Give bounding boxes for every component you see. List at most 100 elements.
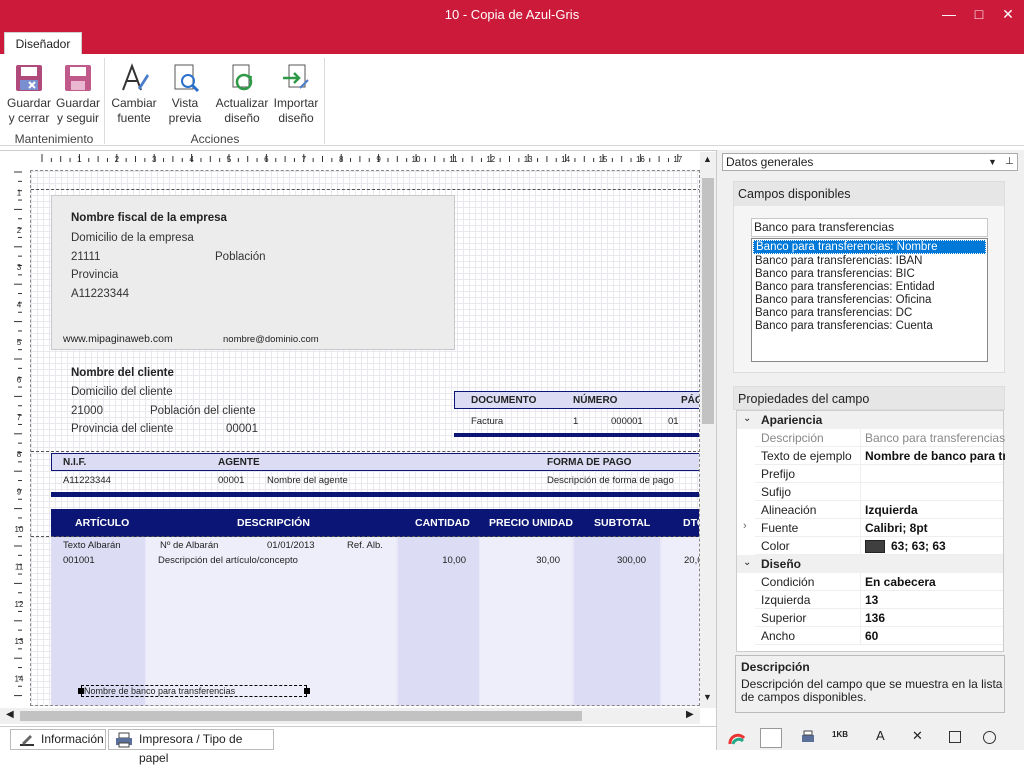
list-item[interactable]: Banco para transferencias: Cuenta (752, 320, 987, 333)
property-value[interactable]: 60 (865, 629, 1005, 643)
minimize-button[interactable]: — (937, 4, 961, 24)
doc-type[interactable]: Factura (471, 416, 503, 427)
document-header-box[interactable]: DOCUMENTO NÚMERO PÁGINA (454, 391, 699, 409)
tab-impresora[interactable]: Impresora / Tipo de papel (108, 729, 274, 765)
property-row[interactable]: Superior 136 (755, 609, 1003, 627)
info-payment[interactable]: Descripción de forma de pago (547, 475, 674, 486)
prop-group-diseno[interactable]: Diseño (737, 555, 1003, 573)
prop-group-apariencia[interactable]: Apariencia (737, 411, 1003, 429)
info-nif[interactable]: A11223344 (63, 475, 111, 486)
company-city[interactable]: Población (215, 251, 266, 263)
list-item-selected[interactable]: Banco para transferencias: Nombre (753, 240, 986, 254)
list-item[interactable]: Banco para transferencias: IBAN (752, 255, 987, 268)
close-button[interactable]: ✕ (996, 4, 1020, 24)
property-row[interactable]: Condición En cabecera (755, 573, 1003, 591)
company-nif[interactable]: A11223344 (71, 288, 129, 300)
client-code[interactable]: 00001 (226, 423, 258, 435)
preview-button[interactable]: Vista previa (164, 60, 206, 128)
printer-icon[interactable] (800, 730, 816, 749)
line-quantity[interactable]: 10,00 (406, 555, 466, 566)
collapse-icon[interactable]: ⌄ (743, 557, 751, 568)
circle-icon[interactable] (983, 731, 996, 744)
scroll-left-icon[interactable]: ◀ (6, 709, 14, 720)
edit-field-icon[interactable] (760, 728, 782, 748)
property-value[interactable]: Izquierda (865, 503, 1005, 517)
company-zip[interactable]: 21111 (71, 251, 100, 263)
horizontal-scrollbar[interactable]: ◀ ▶ (0, 708, 700, 724)
company-box[interactable]: Nombre fiscal de la empresa Domicilio de… (51, 195, 455, 350)
change-font-button[interactable]: Cambiar fuente (110, 60, 158, 128)
property-value[interactable]: Nombre de banco para tra (865, 449, 1005, 463)
company-web[interactable]: www.mipaginaweb.com (63, 333, 173, 345)
palette-icon[interactable] (728, 730, 746, 749)
fields-listbox[interactable]: Banco para transferencias: Nombre Banco … (751, 238, 988, 362)
client-province[interactable]: Provincia del cliente (71, 423, 173, 435)
property-value[interactable]: En cabecera (865, 575, 1005, 589)
horizontal-scroll-thumb[interactable] (20, 711, 582, 721)
tab-disenador[interactable]: Diseñador (4, 32, 82, 55)
collapse-icon[interactable]: ⌄ (743, 413, 751, 424)
doc-number[interactable]: 000001 (611, 416, 643, 427)
property-row[interactable]: Fuente Calibri; 8pt › (743, 519, 1005, 537)
property-row[interactable]: Descripción Banco para transferencias: (755, 429, 1005, 447)
doc-page[interactable]: 01 (668, 416, 679, 427)
save-close-button[interactable]: Guardar y cerrar (6, 60, 52, 128)
info-agent-code[interactable]: 00001 (218, 475, 244, 486)
tab-informacion[interactable]: Información (10, 729, 106, 750)
text-icon[interactable]: A (876, 728, 885, 743)
property-value[interactable]: 63; 63; 63 (865, 539, 1005, 554)
property-row[interactable]: Alineación Izquierda (755, 501, 1003, 519)
property-value[interactable]: Calibri; 8pt (865, 521, 1005, 535)
info-agent-name[interactable]: Nombre del agente (267, 475, 348, 486)
company-name[interactable]: Nombre fiscal de la empresa (71, 212, 227, 224)
selected-field-bank[interactable]: Nombre de banco para transferencias (81, 685, 307, 697)
list-item[interactable]: Banco para transferencias: DC (752, 307, 987, 320)
property-row[interactable]: Texto de ejemplo Nombre de banco para tra (755, 447, 1005, 465)
scroll-down-icon[interactable]: ▼ (703, 692, 712, 702)
color-swatch[interactable] (865, 540, 885, 554)
property-value[interactable]: 136 (865, 611, 1005, 625)
resize-handle-right[interactable] (304, 688, 310, 694)
lines-header[interactable]: ARTÍCULO DESCRIPCIÓN CANTIDAD PRECIO UNI… (51, 509, 699, 537)
maximize-button[interactable]: □ (967, 4, 991, 24)
property-value[interactable]: Banco para transferencias: (865, 431, 1005, 445)
property-row[interactable]: Ancho 60 (755, 627, 1003, 645)
line-price[interactable]: 30,00 (500, 555, 560, 566)
line-albaran-ref[interactable]: Ref. Alb. (347, 540, 383, 551)
line-article-desc[interactable]: Descripción del artículo/concepto (158, 555, 298, 566)
line-dto[interactable]: 20,0 (684, 555, 699, 566)
vertical-scroll-thumb[interactable] (702, 178, 714, 424)
property-grid[interactable]: Apariencia ⌄ Descripción Banco para trans… (736, 410, 1005, 652)
pin-icon[interactable]: ⊥ (1005, 154, 1014, 170)
client-name[interactable]: Nombre del cliente (71, 367, 174, 379)
chevron-down-icon[interactable]: ▼ (988, 154, 997, 170)
scroll-up-icon[interactable]: ▲ (703, 154, 712, 164)
vertical-scrollbar[interactable]: ▲ ▼ (700, 152, 716, 708)
fields-search-input[interactable]: Banco para transferencias (751, 218, 988, 237)
data-source-combo[interactable]: Datos generales ▼ ⊥ (722, 153, 1018, 171)
property-value[interactable]: 13 (865, 593, 1005, 607)
list-item[interactable]: Banco para transferencias: Entidad (752, 281, 987, 294)
resize-handle-left[interactable] (78, 688, 84, 694)
list-item[interactable]: Banco para transferencias: BIC (752, 268, 987, 281)
expand-icon[interactable]: › (743, 520, 747, 532)
property-row[interactable]: Color 63; 63; 63 (755, 537, 1003, 555)
client-zip[interactable]: 21000 (71, 405, 103, 417)
line-albaran-text[interactable]: Texto Albarán (63, 540, 121, 551)
update-design-button[interactable]: Actualizar diseño (214, 60, 270, 128)
company-province[interactable]: Provincia (71, 269, 118, 281)
import-design-button[interactable]: Importar diseño (272, 60, 320, 128)
doc-series[interactable]: 1 (573, 416, 578, 427)
property-row[interactable]: Prefijo (755, 465, 1003, 483)
scroll-right-icon[interactable]: ▶ (686, 709, 694, 720)
client-address[interactable]: Domicilio del cliente (71, 386, 173, 398)
list-item[interactable]: Banco para transferencias: Oficina (752, 294, 987, 307)
rectangle-icon[interactable] (949, 731, 961, 743)
property-row[interactable]: Sufijo (755, 483, 1003, 501)
property-row[interactable]: Izquierda 13 (755, 591, 1003, 609)
line-subtotal[interactable]: 300,00 (586, 555, 646, 566)
line-article-code[interactable]: 001001 (63, 555, 95, 566)
line-albaran-number[interactable]: Nº de Albarán (160, 540, 218, 551)
report-page[interactable]: Nombre fiscal de la empresa Domicilio de… (30, 170, 700, 706)
info-header-box[interactable]: N.I.F. AGENTE FORMA DE PAGO (51, 453, 699, 471)
